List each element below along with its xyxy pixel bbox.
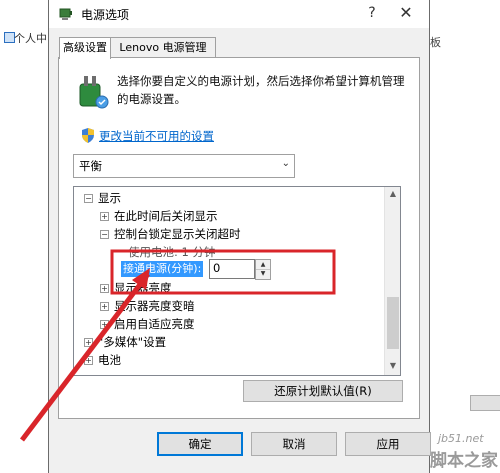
tree-label: "多媒体"设置 — [98, 335, 167, 349]
tree-label: 控制台锁定显示关闭超时 — [114, 227, 241, 241]
expand-icon[interactable]: + — [84, 338, 93, 347]
tree-row-on-battery[interactable]: 使用电池: 1 分钟 — [128, 243, 216, 261]
minutes-spinner[interactable]: ▲ ▼ — [255, 259, 271, 280]
power-plug-icon — [79, 76, 109, 109]
plugged-in-label: 接通电源(分钟): — [121, 261, 203, 277]
plugged-in-minutes-field[interactable] — [209, 259, 255, 279]
cancel-button[interactable]: 取消 — [251, 432, 337, 456]
expand-icon[interactable]: + — [100, 320, 109, 329]
tree-label: 在此时间后关闭显示 — [114, 209, 218, 223]
title-bar[interactable]: 电源选项 ? ✕ — [49, 0, 429, 28]
power-options-dialog: 电源选项 ? ✕ 高级设置 Lenovo 电源管理 选择你要自定义的电源计划，然… — [48, 0, 431, 473]
tree-label: 电池 — [98, 353, 121, 367]
apply-button[interactable]: 应用 — [345, 432, 431, 456]
power-options-icon — [59, 8, 72, 20]
expand-icon[interactable]: + — [100, 212, 109, 221]
background-right-text: 板 — [430, 36, 441, 49]
tree-label: 显示器亮度变暗 — [114, 299, 195, 313]
scrollbar-thumb[interactable] — [387, 297, 399, 349]
advanced-settings-panel: 选择你要自定义的电源计划，然后选择你希望计算机管理的电源设置。 更改当前不可用的… — [58, 57, 420, 419]
background-right-button[interactable] — [470, 395, 500, 411]
collapse-icon[interactable]: − — [100, 230, 109, 239]
plugged-in-minutes-input[interactable] — [210, 260, 254, 276]
expand-icon[interactable]: + — [100, 302, 109, 311]
tree-label: 显示器亮度 — [114, 281, 172, 295]
settings-tree[interactable]: − 显示 + 在此时间后关闭显示 − 控制台锁定显示关闭超时 使用电池: 1 分… — [73, 186, 401, 376]
collapse-icon[interactable]: − — [84, 194, 93, 203]
chevron-down-icon: ⌄ — [281, 158, 290, 169]
uac-shield-icon — [82, 128, 94, 143]
scroll-down-icon[interactable]: ▼ — [385, 361, 400, 370]
watermark-site-name: 脚本之家 — [430, 451, 498, 471]
tree-label: 启用自适应亮度 — [114, 317, 195, 331]
background-left-item[interactable]: 个人中 — [14, 30, 47, 46]
tab-lenovo-power[interactable]: Lenovo 电源管理 — [110, 37, 216, 58]
power-plan-dropdown[interactable]: 平衡 ⌄ — [73, 154, 295, 178]
scroll-up-icon[interactable]: ▲ — [385, 189, 400, 198]
dialog-title: 电源选项 — [81, 8, 130, 22]
expand-icon[interactable]: + — [100, 284, 109, 293]
restore-plan-defaults-button[interactable]: 还原计划默认值(R) — [243, 380, 403, 402]
tree-label: 使用电池: 1 分钟 — [128, 245, 216, 259]
tree-label: 显示 — [98, 191, 121, 205]
watermark-url: jb51.net — [438, 432, 484, 445]
tree-scrollbar[interactable]: ▲ ▼ — [384, 187, 400, 375]
change-unavailable-settings-link[interactable]: 更改当前不可用的设置 — [99, 128, 214, 144]
tab-advanced-settings[interactable]: 高级设置 — [59, 37, 111, 59]
plan-description: 选择你要自定义的电源计划，然后选择你希望计算机管理的电源设置。 — [117, 74, 405, 106]
spin-down-icon[interactable]: ▼ — [256, 269, 270, 278]
help-button[interactable]: ? — [362, 3, 382, 23]
close-button[interactable]: ✕ — [395, 3, 417, 23]
background-app-left-pane: 个人中 — [0, 12, 49, 473]
ok-button[interactable]: 确定 — [157, 432, 243, 456]
expand-icon[interactable]: + — [84, 356, 93, 365]
power-plan-selected: 平衡 — [79, 159, 102, 173]
